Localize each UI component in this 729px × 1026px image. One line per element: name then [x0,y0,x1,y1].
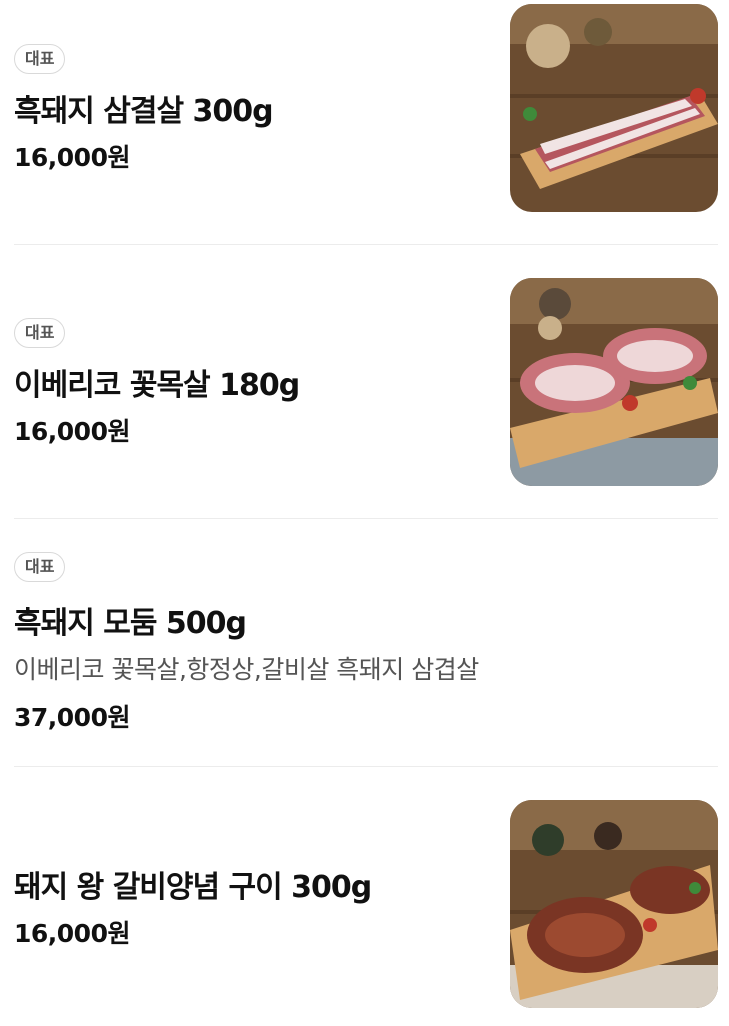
pork-belly-photo[interactable] [510,4,718,212]
divider [14,244,718,245]
menu-item-name: 흑돼지 모둠 500g [14,606,247,641]
pork-neck-photo[interactable] [510,278,718,486]
divider [14,518,718,519]
marinated-rib-photo[interactable] [510,800,718,1008]
menu-item-price: 37,000원 [14,703,130,732]
menu-item[interactable]: 대표 이베리코 꽃목살 180g 16,000원 [14,278,718,486]
representative-badge: 대표 [14,44,66,74]
representative-badge: 대표 [14,318,66,348]
menu-item-name: 돼지 왕 갈비양념 구이 300g [14,870,372,905]
menu-list: 대표 흑돼지 삼결살 300g 16,000원 대표 이베리코 꽃목살 180g… [0,0,729,1026]
menu-item-description: 이베리코 꽃목살,항정상,갈비살 흑돼지 삼겹살 [14,655,479,684]
representative-badge: 대표 [14,552,66,582]
menu-item[interactable]: 돼지 왕 갈비양념 구이 300g 16,000원 [14,800,718,1008]
menu-item-price: 16,000원 [14,919,130,948]
divider [14,766,718,767]
menu-item-price: 16,000원 [14,417,130,446]
menu-item[interactable]: 대표 흑돼지 모둠 500g 이베리코 꽃목살,항정상,갈비살 흑돼지 삼겹살 … [14,552,718,732]
menu-item[interactable]: 대표 흑돼지 삼결살 300g 16,000원 [14,4,718,212]
menu-item-name: 이베리코 꽃목살 180g [14,368,300,403]
menu-item-price: 16,000원 [14,143,130,172]
menu-item-name: 흑돼지 삼결살 300g [14,94,274,129]
